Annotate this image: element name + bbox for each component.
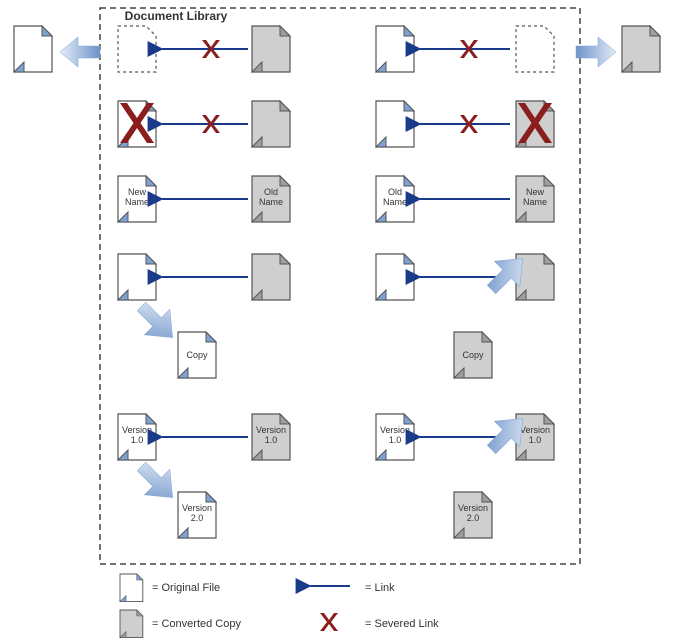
dashed-file-icon (118, 26, 156, 72)
original-file-icon (120, 574, 143, 602)
diagram-canvas: Document Library (0, 0, 680, 642)
move-arrow-icon (60, 37, 100, 67)
converted-file-icon (252, 101, 290, 147)
file-label: NewName (125, 187, 149, 207)
original-file-icon (376, 101, 414, 147)
legend-label: = Severed Link (365, 618, 439, 630)
severed-x-icon (320, 613, 338, 631)
converted-file-icon (622, 26, 660, 72)
copy-arrow-icon (129, 294, 186, 351)
copy-arrow-icon (129, 454, 186, 511)
legend-original: = Original File (120, 574, 220, 602)
legend-label: = Converted Copy (152, 618, 241, 630)
file-label: Copy (462, 350, 484, 360)
original-file-icon (376, 254, 414, 300)
move-arrow-icon (576, 37, 616, 67)
library-title: Document Library (125, 9, 228, 23)
library-box (100, 8, 580, 564)
converted-file-icon (252, 26, 290, 72)
dashed-file-icon (516, 26, 554, 72)
file-label: Copy (186, 350, 208, 360)
legend-link: = Link (310, 582, 395, 594)
original-file-icon (376, 26, 414, 72)
legend-converted: = Converted Copy (120, 610, 241, 638)
file-label: NewName (523, 187, 547, 207)
converted-file-icon (120, 610, 143, 638)
legend-label: = Link (365, 582, 395, 594)
legend-label: = Original File (152, 582, 220, 594)
original-file-icon (14, 26, 52, 72)
legend-severed: = Severed Link (320, 613, 439, 631)
converted-file-icon (252, 254, 290, 300)
original-file-icon (118, 254, 156, 300)
